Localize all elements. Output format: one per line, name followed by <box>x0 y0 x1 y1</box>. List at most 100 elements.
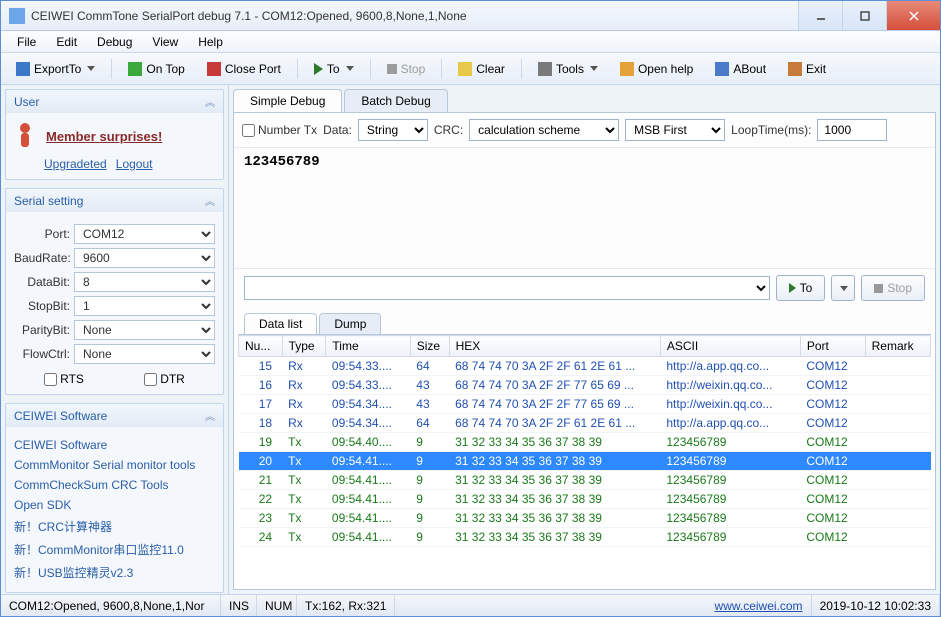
table-row[interactable]: 18Rx09:54.34....6468 74 74 70 3A 2F 2F 6… <box>239 414 931 433</box>
software-header[interactable]: CEIWEI Software︽ <box>6 404 223 427</box>
table-row[interactable]: 17Rx09:54.34....4368 74 74 70 3A 2F 2F 7… <box>239 395 931 414</box>
tab-batch-debug[interactable]: Batch Debug <box>344 89 447 112</box>
looptime-input[interactable] <box>817 119 887 141</box>
rts-checkbox[interactable]: RTS <box>44 372 84 386</box>
software-link[interactable]: CommCheckSum CRC Tools <box>14 475 215 495</box>
upgraded-link[interactable]: Upgradeted <box>44 157 107 171</box>
export-button[interactable]: ExportTo <box>7 58 104 80</box>
table-row[interactable]: 15Rx09:54.33....6468 74 74 70 3A 2F 2F 6… <box>239 357 931 376</box>
send-dropdown-button[interactable] <box>831 275 855 301</box>
data-grid[interactable]: Nu...TypeTimeSizeHEXASCIIPortRemark 15Rx… <box>238 334 931 585</box>
user-header[interactable]: User ︽ <box>6 90 223 113</box>
grid-header[interactable]: Time <box>326 336 410 357</box>
exit-button[interactable]: Exit <box>779 58 835 80</box>
msb-select[interactable]: MSB First <box>625 119 725 141</box>
rts-label: RTS <box>60 372 84 386</box>
menu-edit[interactable]: Edit <box>46 33 87 51</box>
menu-view[interactable]: View <box>142 33 188 51</box>
minimize-button[interactable] <box>798 1 842 30</box>
tools-button[interactable]: Tools <box>529 58 607 80</box>
collapse-icon: ︽ <box>205 94 215 109</box>
send-to-button[interactable]: To <box>776 275 826 301</box>
tab-dump[interactable]: Dump <box>319 313 381 334</box>
status-ins: INS <box>221 595 257 616</box>
table-row[interactable]: 19Tx09:54.40....931 32 33 34 35 36 37 38… <box>239 433 931 452</box>
grid-header[interactable]: ASCII <box>660 336 800 357</box>
send-stop-button[interactable]: Stop <box>861 275 925 301</box>
separator <box>297 59 298 79</box>
software-link[interactable]: CommMonitor Serial monitor tools <box>14 455 215 475</box>
stopbit-select[interactable]: 1 <box>74 296 215 316</box>
grid-header[interactable]: Type <box>282 336 326 357</box>
closeport-button[interactable]: Close Port <box>198 58 290 80</box>
tab-content: Number Tx Data: String CRC: calculation … <box>233 112 936 590</box>
member-link[interactable]: Member surprises! <box>46 129 162 144</box>
grid-header[interactable]: Port <box>800 336 865 357</box>
software-link[interactable]: CEIWEI Software <box>14 435 215 455</box>
about-button[interactable]: ABout <box>706 58 775 80</box>
separator <box>441 59 442 79</box>
table-row[interactable]: 22Tx09:54.41....931 32 33 34 35 36 37 38… <box>239 490 931 509</box>
status-time: 2019-10-12 10:02:33 <box>812 595 940 616</box>
numbertx-checkbox[interactable]: Number Tx <box>242 123 317 137</box>
flow-select[interactable]: None <box>74 344 215 364</box>
table-row[interactable]: 21Tx09:54.41....931 32 33 34 35 36 37 38… <box>239 471 931 490</box>
table-row[interactable]: 16Rx09:54.33....4368 74 74 70 3A 2F 2F 7… <box>239 376 931 395</box>
table-row[interactable]: 23Tx09:54.41....931 32 33 34 35 36 37 38… <box>239 509 931 528</box>
openhelp-button[interactable]: Open help <box>611 58 702 80</box>
close-button[interactable] <box>886 1 940 30</box>
data-select[interactable]: String <box>358 119 428 141</box>
status-num: NUM <box>257 595 297 616</box>
parity-label: ParityBit: <box>14 323 74 337</box>
software-link[interactable]: Open SDK <box>14 495 215 515</box>
export-label: ExportTo <box>34 62 81 76</box>
serial-header[interactable]: Serial setting︽ <box>6 189 223 212</box>
stop-button[interactable]: Stop <box>378 58 435 80</box>
port-select[interactable]: COM12 <box>74 224 215 244</box>
crc-select[interactable]: calculation scheme <box>469 119 619 141</box>
status-bar: COM12:Opened, 9600,8,None,1,Nor INS NUM … <box>1 594 940 616</box>
software-link[interactable]: 新！CRC计算神器 <box>14 515 215 538</box>
grid-header[interactable]: Nu... <box>239 336 283 357</box>
to-button[interactable]: To <box>305 58 363 80</box>
collapse-icon: ︽ <box>205 193 215 208</box>
software-link[interactable]: 新！CommMonitor串口监控11.0 <box>14 538 215 561</box>
grid-header[interactable]: Size <box>410 336 449 357</box>
tab-simple-debug[interactable]: Simple Debug <box>233 89 342 112</box>
user-title: User <box>14 95 39 109</box>
software-section: CEIWEI Software︽ CEIWEI SoftwareCommMoni… <box>5 403 224 593</box>
grid-header[interactable]: Remark <box>865 336 930 357</box>
logout-link[interactable]: Logout <box>116 157 153 171</box>
clear-button[interactable]: Clear <box>449 58 514 80</box>
ontop-button[interactable]: On Top <box>119 58 193 80</box>
chevron-down-icon <box>346 66 354 71</box>
maximize-button[interactable] <box>842 1 886 30</box>
status-url[interactable]: www.ceiwei.com <box>715 599 803 613</box>
tab-data-list[interactable]: Data list <box>244 313 317 334</box>
title-bar: CEIWEI CommTone SerialPort debug 7.1 - C… <box>1 1 940 31</box>
send-select[interactable] <box>244 276 770 300</box>
tools-icon <box>538 62 552 76</box>
menu-debug[interactable]: Debug <box>87 33 142 51</box>
crc-label: CRC: <box>434 123 463 137</box>
software-title: CEIWEI Software <box>14 409 107 423</box>
menu-help[interactable]: Help <box>188 33 233 51</box>
data-view[interactable]: 123456789 <box>234 148 935 268</box>
closeport-label: Close Port <box>225 62 281 76</box>
baud-select[interactable]: 9600 <box>74 248 215 268</box>
menu-file[interactable]: File <box>7 33 46 51</box>
parity-select[interactable]: None <box>74 320 215 340</box>
to-label: To <box>800 281 813 295</box>
dtr-label: DTR <box>160 372 185 386</box>
software-link[interactable]: 新！USB监控精灵v2.3 <box>14 561 215 584</box>
exit-label: Exit <box>806 62 826 76</box>
databit-select[interactable]: 8 <box>74 272 215 292</box>
flow-label: FlowCtrl: <box>14 347 74 361</box>
clear-icon <box>458 62 472 76</box>
dtr-checkbox[interactable]: DTR <box>144 372 185 386</box>
separator <box>111 59 112 79</box>
table-row[interactable]: 20Tx09:54.41....931 32 33 34 35 36 37 38… <box>239 452 931 471</box>
grid-header[interactable]: HEX <box>449 336 660 357</box>
table-row[interactable]: 24Tx09:54.41....931 32 33 34 35 36 37 38… <box>239 528 931 547</box>
stop-icon <box>207 62 221 76</box>
